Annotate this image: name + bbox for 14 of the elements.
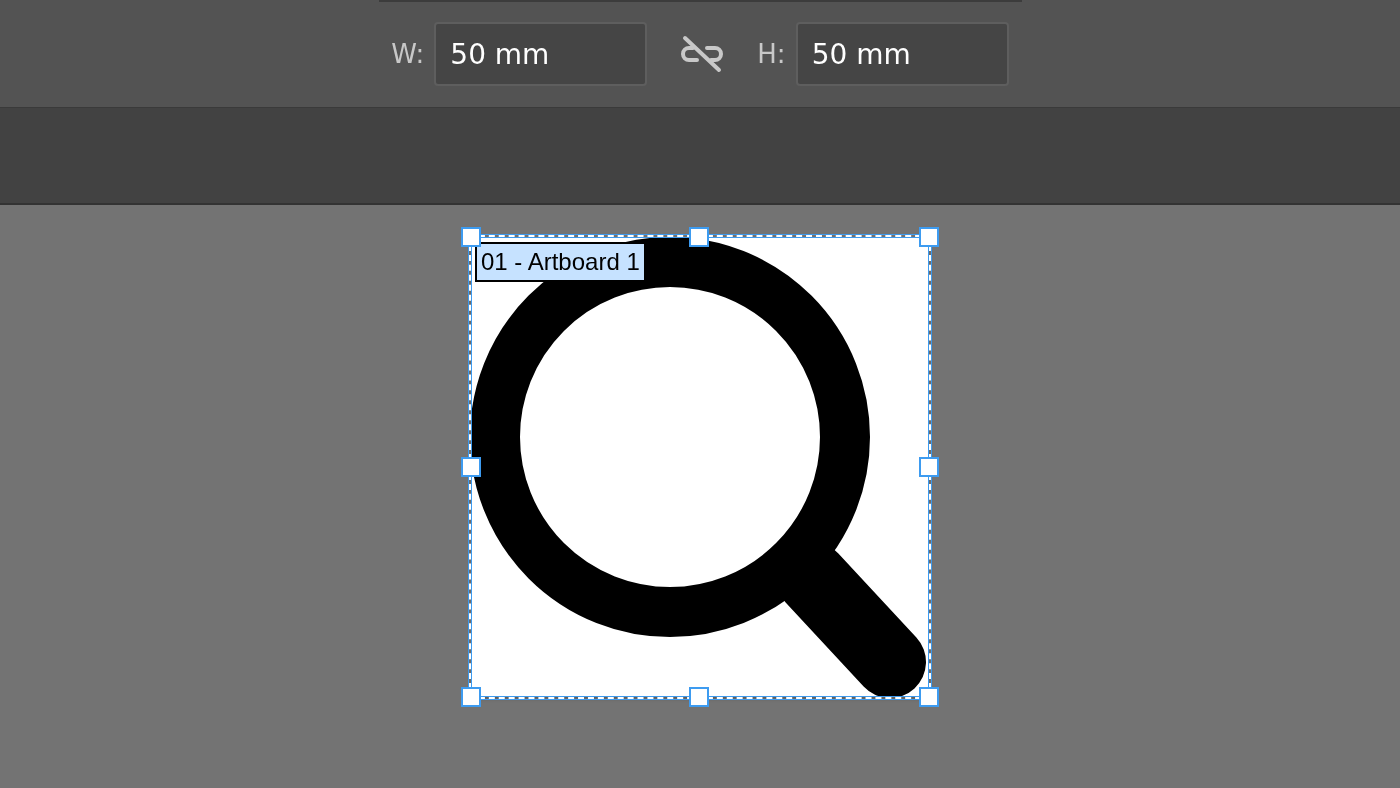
resize-handle[interactable] (461, 227, 481, 247)
resize-handle[interactable] (689, 687, 709, 707)
unlinked-chain-icon[interactable] (679, 34, 726, 74)
resize-handle[interactable] (919, 687, 939, 707)
resize-handle[interactable] (919, 227, 939, 247)
dimension-field[interactable]: 50 mm (434, 22, 648, 86)
artboard-name: 01 - Artboard 1 (475, 242, 646, 282)
field-label: H: (757, 39, 786, 69)
resize-handle[interactable] (919, 457, 939, 477)
resize-handle[interactable] (461, 457, 481, 477)
dimension-field[interactable]: 50 mm (795, 22, 1009, 86)
resize-handle[interactable] (461, 687, 481, 707)
field-label: W: (391, 39, 425, 69)
resize-handle[interactable] (689, 227, 709, 247)
